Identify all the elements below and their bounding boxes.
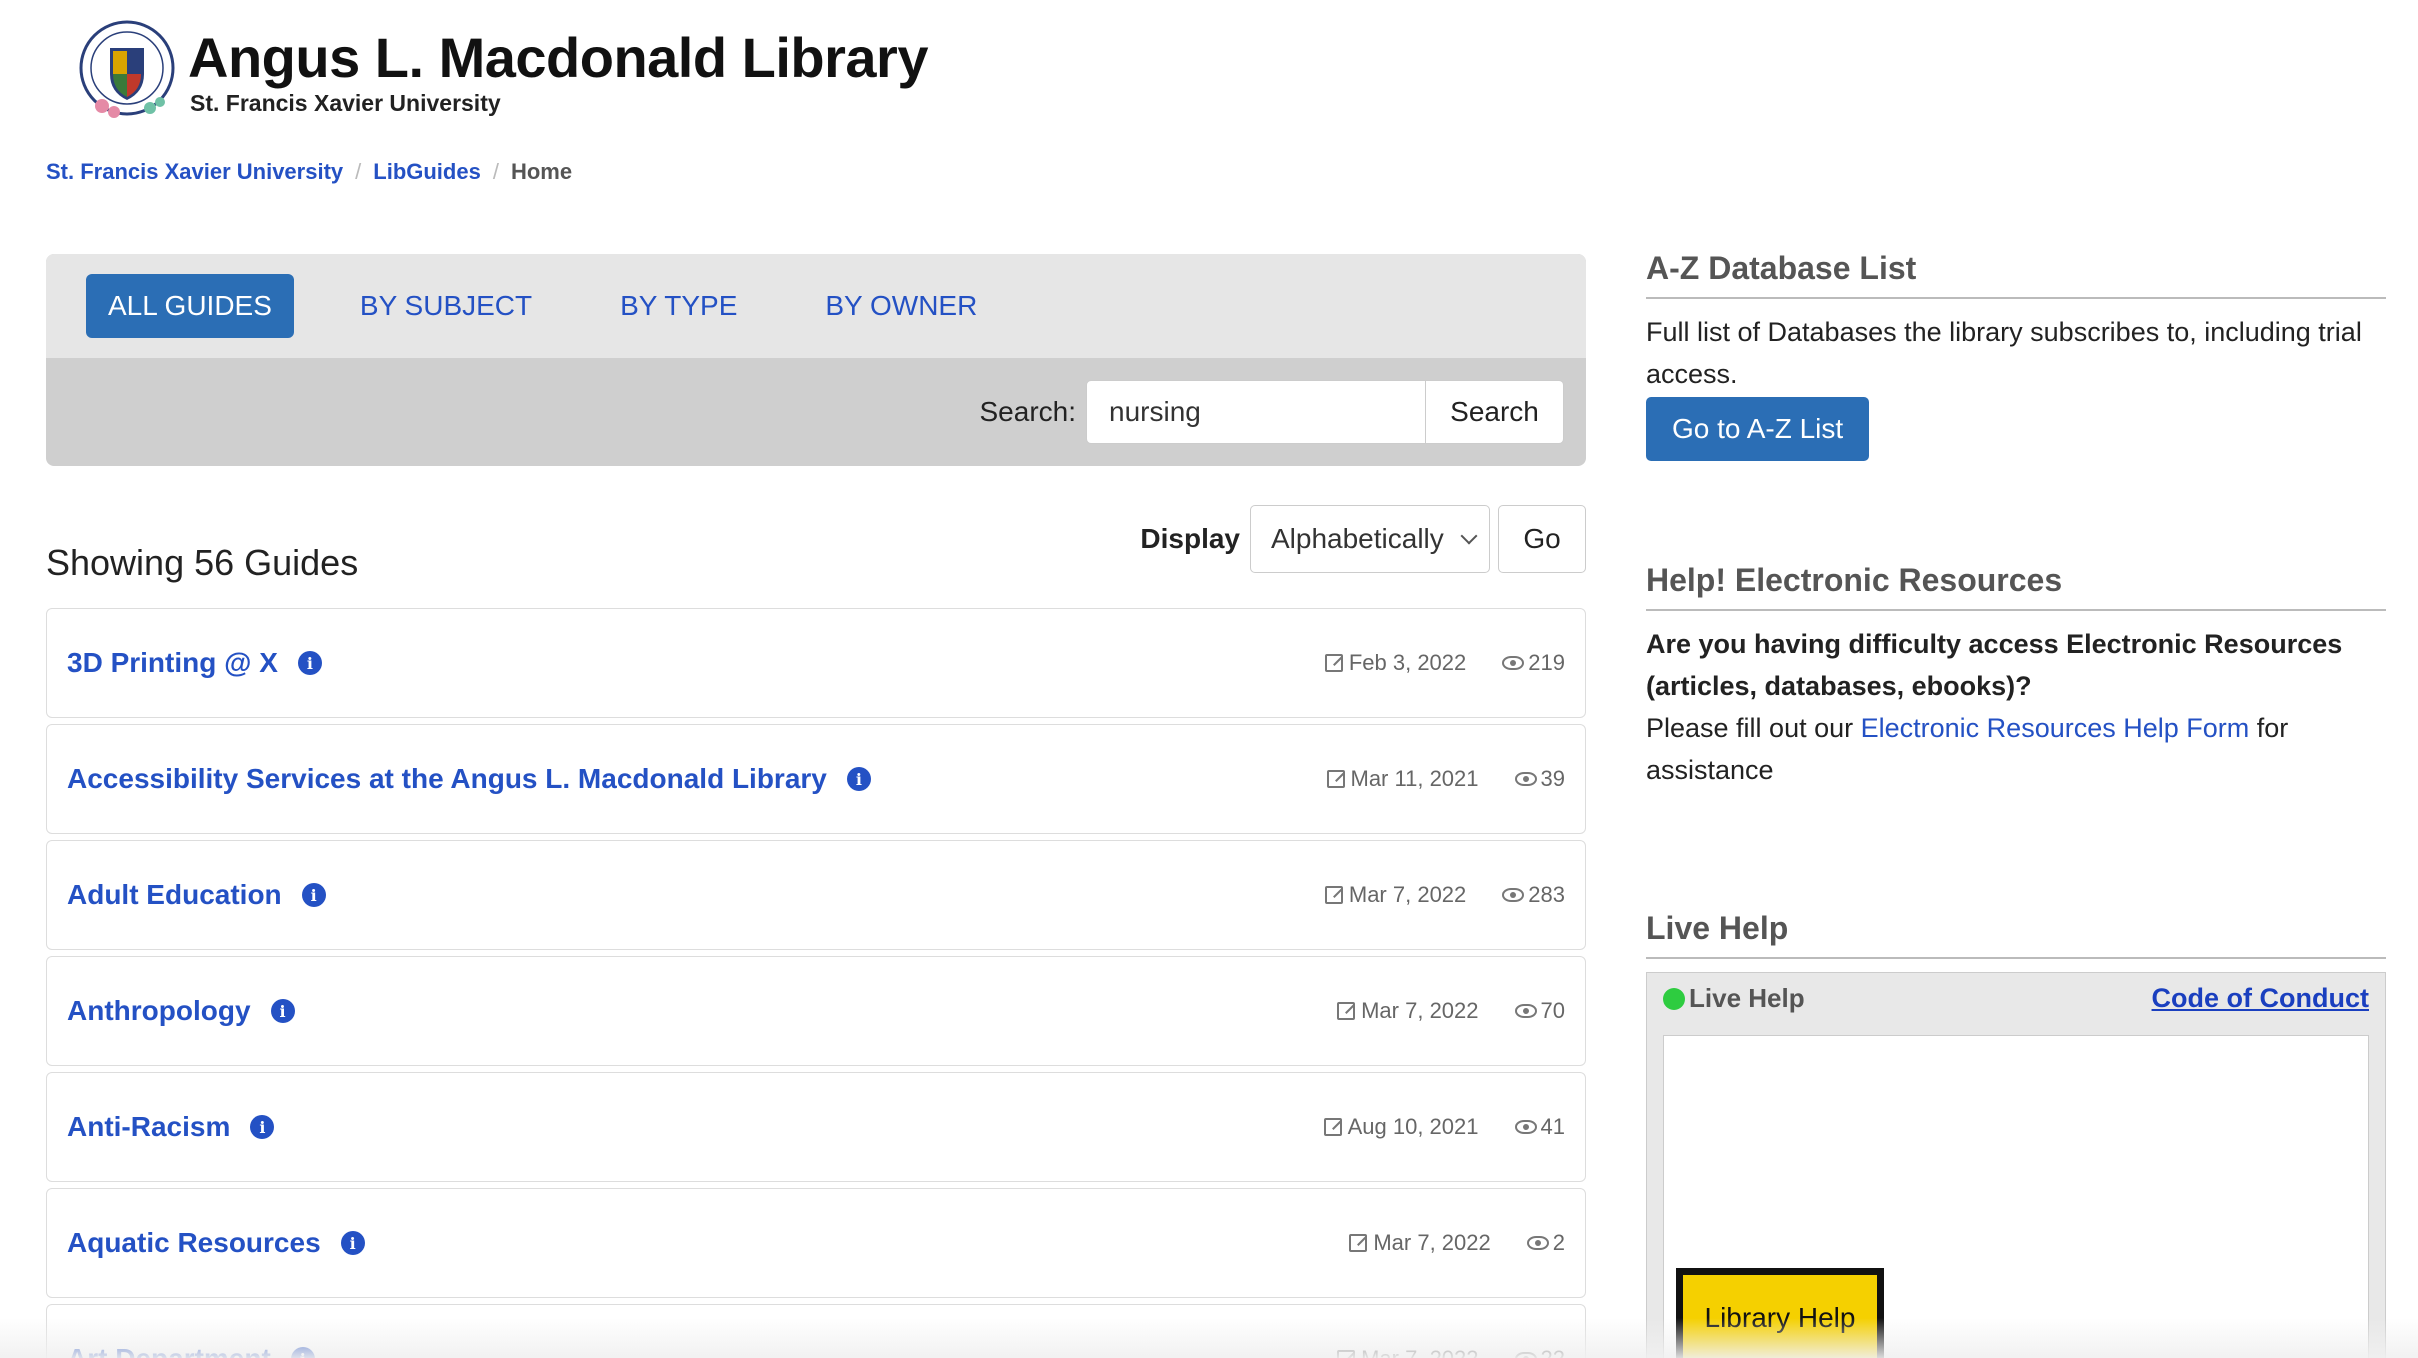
- search-row: Search: Search: [46, 358, 1586, 466]
- guide-updated-date: Mar 7, 2022: [1361, 998, 1479, 1023]
- site-subtitle: St. Francis Xavier University: [190, 90, 501, 116]
- guide-title-link[interactable]: Aquatic Resources: [67, 1227, 321, 1259]
- edit-icon: [1337, 1002, 1356, 1020]
- guide-updated-date: Aug 10, 2021: [1347, 1114, 1479, 1139]
- guides-panel: ALL GUIDES BY SUBJECT BY TYPE BY OWNER S…: [46, 254, 1586, 466]
- info-icon[interactable]: i: [301, 883, 326, 907]
- edit-icon: [1337, 1350, 1356, 1358]
- info-icon[interactable]: i: [290, 1347, 315, 1358]
- go-button[interactable]: Go: [1498, 505, 1586, 573]
- guide-view-count: 219: [1528, 650, 1565, 675]
- live-help-heading: Live Help: [1646, 910, 2386, 959]
- list-item: 3D Printing @ X i Feb 3, 2022 219: [46, 608, 1586, 718]
- help-form-link[interactable]: Electronic Resources Help Form: [1861, 713, 2250, 743]
- guide-view-count: 283: [1528, 882, 1565, 907]
- guide-view-count: 70: [1540, 998, 1565, 1023]
- guide-updated-date: Mar 11, 2021: [1350, 766, 1479, 791]
- live-help-status: Live Help: [1663, 983, 1805, 1014]
- eye-icon: [1514, 1352, 1537, 1358]
- guide-updated-date: Feb 3, 2022: [1348, 650, 1467, 675]
- guide-view-count: 2: [1552, 1230, 1565, 1255]
- list-item: Accessibility Services at the Angus L. M…: [46, 724, 1586, 834]
- tab-by-owner[interactable]: BY OWNER: [825, 290, 977, 322]
- help-question: Are you having difficulty access Electro…: [1646, 629, 2343, 701]
- guide-title-link[interactable]: Art Department: [67, 1343, 271, 1358]
- guide-title-link[interactable]: Anthropology: [67, 995, 251, 1027]
- guide-title-link[interactable]: Anti-Racism: [67, 1111, 230, 1143]
- edit-icon: [1326, 770, 1345, 788]
- list-item: Anti-Racism i Aug 10, 2021 41: [46, 1072, 1586, 1182]
- breadcrumb-separator: /: [492, 159, 499, 184]
- guide-title-link[interactable]: Adult Education: [67, 879, 282, 911]
- tab-by-type[interactable]: BY TYPE: [620, 290, 737, 322]
- help-text-before: Please fill out our: [1646, 713, 1861, 743]
- info-icon[interactable]: i: [340, 1231, 365, 1255]
- breadcrumb-current: Home: [510, 159, 573, 184]
- az-heading: A-Z Database List: [1646, 250, 2386, 299]
- search-input[interactable]: [1086, 380, 1426, 444]
- breadcrumb: St. Francis Xavier University / LibGuide…: [46, 159, 572, 185]
- help-text: Are you having difficulty access Electro…: [1646, 623, 2386, 791]
- list-item: Art Department i Mar 7, 2022 22: [46, 1304, 1586, 1358]
- search-button[interactable]: Search: [1426, 380, 1564, 444]
- display-select-value: Alphabetically: [1271, 523, 1444, 554]
- display-label: Display: [1140, 523, 1240, 554]
- live-help-widget: Live Help Code of Conduct Library Help: [1646, 972, 2386, 1358]
- guide-list: 3D Printing @ X i Feb 3, 2022 219 Access…: [46, 608, 1586, 1358]
- library-logo[interactable]: Angus L. Macdonald Library St. Francis X…: [72, 18, 928, 128]
- code-of-conduct-link[interactable]: Code of Conduct: [2152, 983, 2369, 1014]
- list-item: Anthropology i Mar 7, 2022 70: [46, 956, 1586, 1066]
- edit-icon: [1349, 1234, 1368, 1252]
- guide-count: Showing 56 Guides: [46, 542, 359, 583]
- search-label: Search:: [979, 396, 1077, 427]
- tab-all-guides[interactable]: ALL GUIDES: [86, 274, 294, 338]
- guide-title-link[interactable]: 3D Printing @ X: [67, 647, 278, 679]
- eye-icon: [1502, 656, 1525, 670]
- info-icon[interactable]: i: [297, 651, 322, 675]
- chevron-down-icon: [1460, 527, 1478, 545]
- guide-updated-date: Mar 7, 2022: [1348, 882, 1467, 907]
- guide-view-count: 22: [1541, 1346, 1565, 1358]
- go-to-az-list-button[interactable]: Go to A-Z List: [1646, 397, 1870, 461]
- info-icon[interactable]: i: [270, 999, 295, 1023]
- eye-icon: [1526, 1236, 1549, 1250]
- chat-frame: Library Help: [1663, 1035, 2369, 1358]
- eye-icon: [1514, 772, 1537, 786]
- university-seal-icon: [72, 18, 182, 128]
- eye-icon: [1514, 1120, 1537, 1134]
- display-select[interactable]: Alphabetically: [1250, 505, 1490, 573]
- edit-icon: [1323, 1118, 1342, 1136]
- az-description: Full list of Databases the library subsc…: [1646, 317, 2362, 389]
- live-help-section: Live Help: [1646, 910, 2386, 959]
- eye-icon: [1502, 888, 1525, 902]
- list-item: Aquatic Resources i Mar 7, 2022 2: [46, 1188, 1586, 1298]
- online-status-icon: [1663, 987, 1685, 1010]
- display-controls: Display Alphabetically Go: [1140, 505, 1586, 573]
- library-help-button[interactable]: Library Help: [1676, 1268, 1884, 1358]
- info-icon[interactable]: i: [250, 1115, 275, 1139]
- guide-view-count: 39: [1540, 766, 1565, 791]
- guide-updated-date: Mar 7, 2022: [1361, 1346, 1478, 1358]
- breadcrumb-libguides-link[interactable]: LibGuides: [373, 159, 481, 185]
- help-heading: Help! Electronic Resources: [1646, 562, 2386, 611]
- info-icon[interactable]: i: [846, 767, 871, 791]
- edit-icon: [1324, 654, 1343, 672]
- site-title: Angus L. Macdonald Library: [188, 26, 928, 89]
- live-help-status-label: Live Help: [1689, 983, 1805, 1013]
- eye-icon: [1514, 1004, 1537, 1018]
- list-item: Adult Education i Mar 7, 2022 283: [46, 840, 1586, 950]
- breadcrumb-separator: /: [355, 159, 362, 184]
- az-database-section: A-Z Database List Full list of Databases…: [1646, 250, 2386, 461]
- tab-by-subject[interactable]: BY SUBJECT: [360, 290, 532, 322]
- electronic-resources-help-section: Help! Electronic Resources Are you havin…: [1646, 562, 2386, 791]
- guide-tabs: ALL GUIDES BY SUBJECT BY TYPE BY OWNER: [46, 254, 1586, 358]
- edit-icon: [1324, 886, 1343, 904]
- guide-updated-date: Mar 7, 2022: [1373, 1230, 1491, 1255]
- breadcrumb-university-link[interactable]: St. Francis Xavier University: [46, 159, 343, 185]
- guide-view-count: 41: [1540, 1114, 1565, 1139]
- guide-title-link[interactable]: Accessibility Services at the Angus L. M…: [67, 763, 827, 795]
